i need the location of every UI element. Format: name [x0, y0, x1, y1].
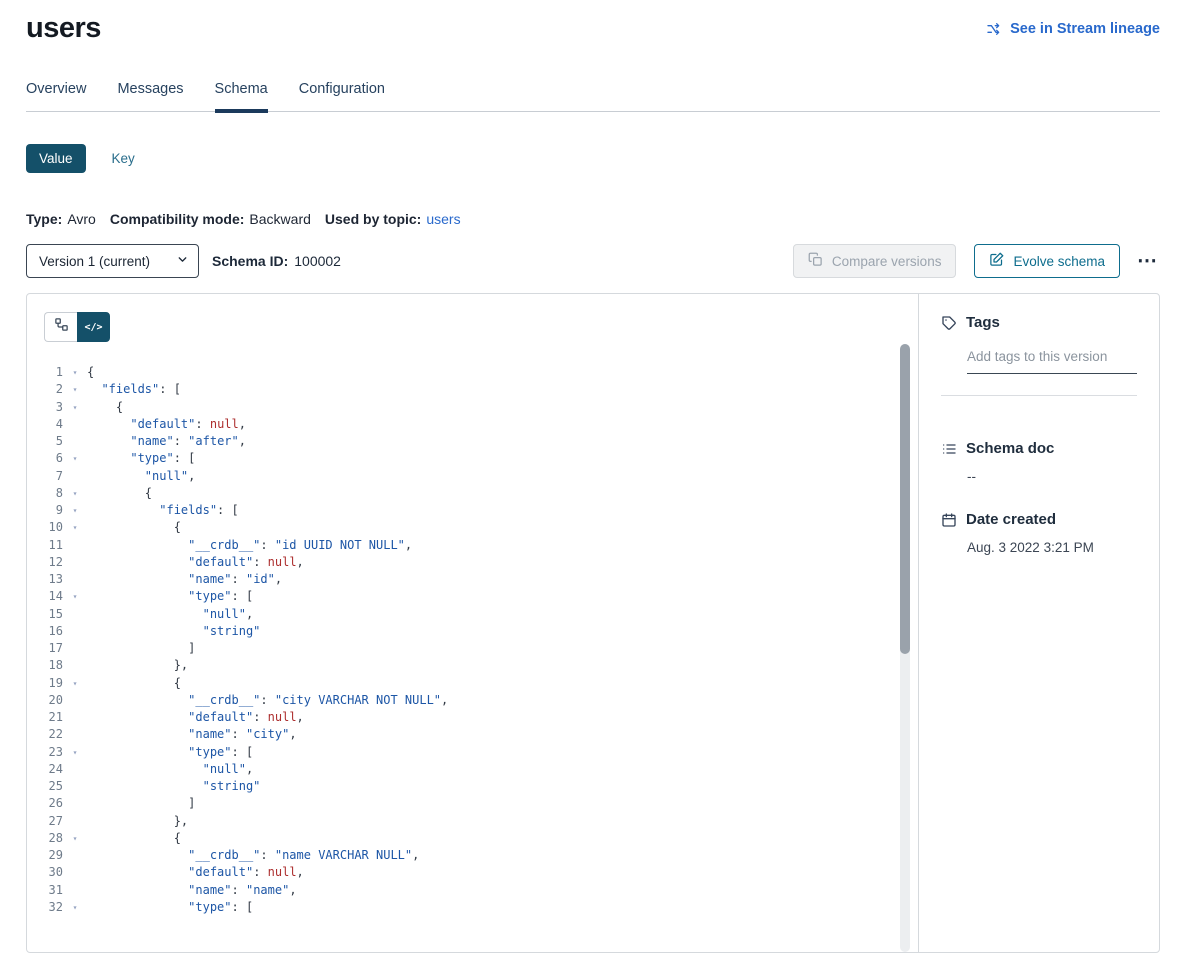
code-line: 21 "default": null,: [27, 709, 918, 726]
calendar-icon: [941, 512, 957, 528]
code-line: 7 "null",: [27, 468, 918, 485]
schema-doc-title: Schema doc: [966, 440, 1054, 457]
meta-compatibility-label: Compatibility mode:: [110, 211, 245, 227]
date-created-title: Date created: [966, 511, 1056, 528]
code-line: 25 "string": [27, 778, 918, 795]
code-view-icon: </>: [84, 322, 102, 333]
chevron-down-icon: [176, 253, 189, 269]
code-line: 28▾ {: [27, 830, 918, 847]
version-select[interactable]: Version 1 (current): [26, 244, 199, 278]
header: users See in Stream lineage: [26, 0, 1160, 45]
meta-type-value: Avro: [67, 211, 96, 227]
code-line: 30 "default": null,: [27, 864, 918, 881]
code-line: 6▾ "type": [: [27, 450, 918, 467]
code-line: 13 "name": "id",: [27, 571, 918, 588]
tags-heading: Tags: [941, 314, 1137, 331]
code-line: 32▾ "type": [: [27, 899, 918, 916]
editor-scrollbar[interactable]: [900, 344, 910, 952]
schema-id: Schema ID: 100002: [212, 253, 341, 269]
tree-view-button[interactable]: [44, 312, 77, 342]
stream-lineage-link[interactable]: See in Stream lineage: [986, 21, 1160, 37]
key-toggle-button[interactable]: Key: [112, 151, 135, 166]
value-toggle-button[interactable]: Value: [26, 144, 86, 173]
tab-messages[interactable]: Messages: [117, 81, 183, 97]
tags-input[interactable]: [967, 345, 1137, 374]
scrollbar-thumb[interactable]: [900, 344, 910, 654]
date-created-value: Aug. 3 2022 3:21 PM: [967, 540, 1137, 555]
evolve-schema-button[interactable]: Evolve schema: [974, 244, 1120, 278]
meta-topic: Used by topic: users: [325, 211, 461, 227]
tags-title: Tags: [966, 314, 1000, 331]
code-line: 20 "__crdb__": "city VARCHAR NOT NULL",: [27, 692, 918, 709]
code-line: 24 "null",: [27, 761, 918, 778]
code-line: 16 "string": [27, 623, 918, 640]
code-line: 8▾ {: [27, 485, 918, 502]
code-line: 4 "default": null,: [27, 416, 918, 433]
tree-view-icon: [54, 317, 69, 337]
stream-lineage-label: See in Stream lineage: [1010, 21, 1160, 37]
compare-versions-label: Compare versions: [832, 254, 942, 269]
code-line: 26 ]: [27, 795, 918, 812]
sidebar-divider: [941, 395, 1137, 396]
meta-compatibility-value: Backward: [249, 211, 310, 227]
tab-schema[interactable]: Schema: [215, 81, 268, 97]
editor-view-toggle: </>: [44, 312, 110, 342]
evolve-schema-icon: [989, 252, 1004, 270]
schema-sidebar: Tags Schema doc --: [919, 294, 1159, 952]
more-options-button[interactable]: ⋯: [1135, 247, 1160, 275]
schema-controls-row: Version 1 (current) Schema ID: 100002 Co…: [26, 244, 1160, 278]
tab-configuration[interactable]: Configuration: [299, 81, 385, 97]
page-title: users: [26, 12, 101, 45]
schema-editor: </> 1▾{2▾ "fields": [3▾ {4 "default": nu…: [27, 294, 919, 952]
code-line: 10▾ {: [27, 519, 918, 536]
evolve-schema-label: Evolve schema: [1013, 254, 1105, 269]
code-view-button[interactable]: </>: [77, 312, 110, 342]
code-line: 11 "__crdb__": "id UUID NOT NULL",: [27, 537, 918, 554]
schema-doc-section: Schema doc --: [941, 440, 1137, 484]
code-line: 22 "name": "city",: [27, 726, 918, 743]
code-line: 9▾ "fields": [: [27, 502, 918, 519]
code-line: 23▾ "type": [: [27, 744, 918, 761]
code-lines: 1▾{2▾ "fields": [3▾ {4 "default": null,5…: [27, 364, 918, 916]
page: users See in Stream lineage Overview Mes…: [0, 0, 1189, 953]
list-icon: [941, 441, 957, 457]
code-line: 5 "name": "after",: [27, 433, 918, 450]
code-line: 29 "__crdb__": "name VARCHAR NULL",: [27, 847, 918, 864]
code-line: 31 "name": "name",: [27, 882, 918, 899]
code-line: 27 },: [27, 813, 918, 830]
schema-doc-value: --: [967, 469, 1137, 484]
code-line: 2▾ "fields": [: [27, 381, 918, 398]
code-line: 19▾ {: [27, 675, 918, 692]
value-key-toggle: Value Key: [26, 144, 1160, 173]
code-line: 18 },: [27, 657, 918, 674]
tag-icon: [941, 315, 957, 331]
compare-versions-icon: [808, 252, 823, 270]
tab-overview[interactable]: Overview: [26, 81, 86, 97]
stream-lineage-icon: [986, 21, 1002, 37]
compare-versions-button[interactable]: Compare versions: [793, 244, 957, 278]
schema-id-label: Schema ID:: [212, 253, 288, 269]
code-line: 14▾ "type": [: [27, 588, 918, 605]
code-line: 3▾ {: [27, 399, 918, 416]
schema-id-value: 100002: [294, 253, 341, 269]
meta-topic-label: Used by topic:: [325, 211, 421, 227]
code-line: 1▾{: [27, 364, 918, 381]
version-select-value: Version 1 (current): [39, 254, 150, 269]
code-line: 12 "default": null,: [27, 554, 918, 571]
meta-type-label: Type:: [26, 211, 62, 227]
meta-type: Type: Avro: [26, 211, 96, 227]
schema-meta-row: Type: Avro Compatibility mode: Backward …: [26, 211, 1160, 227]
schema-doc-heading: Schema doc: [941, 440, 1137, 457]
code-line: 15 "null",: [27, 606, 918, 623]
schema-panel: </> 1▾{2▾ "fields": [3▾ {4 "default": nu…: [26, 293, 1160, 953]
date-created-heading: Date created: [941, 511, 1137, 528]
date-created-section: Date created Aug. 3 2022 3:21 PM: [941, 511, 1137, 555]
code-line: 17 ]: [27, 640, 918, 657]
meta-compatibility: Compatibility mode: Backward: [110, 211, 311, 227]
tab-bar: Overview Messages Schema Configuration: [26, 81, 1160, 112]
topic-link[interactable]: users: [426, 211, 460, 227]
